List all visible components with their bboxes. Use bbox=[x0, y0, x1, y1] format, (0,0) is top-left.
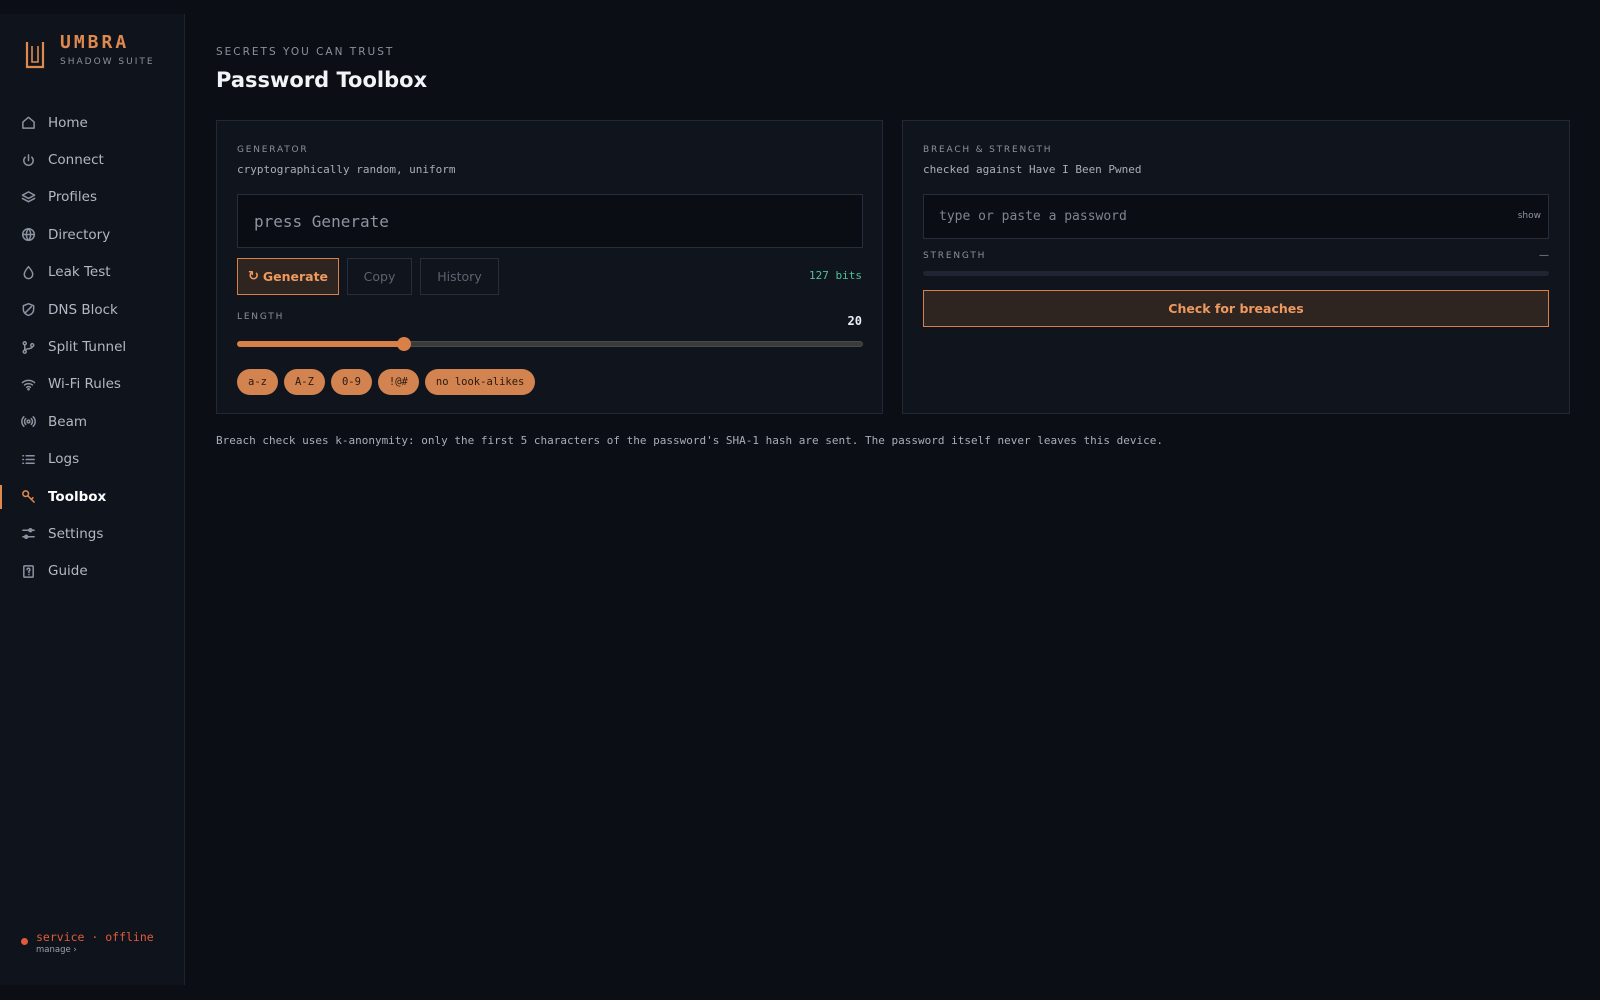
charset-chips: a-z A-Z 0-9 !@# no look-alikes bbox=[237, 369, 541, 395]
sidebar-item-wifi-rules[interactable]: Wi-Fi Rules bbox=[0, 366, 185, 403]
globe-icon bbox=[21, 227, 36, 242]
generator-card: GENERATOR cryptographically random, unif… bbox=[216, 120, 883, 414]
sidebar-item-label: Split Tunnel bbox=[48, 339, 127, 356]
page-eyebrow: SECRETS YOU CAN TRUST bbox=[216, 46, 395, 58]
strength-meter bbox=[923, 271, 1549, 276]
sidebar-item-home[interactable]: Home bbox=[0, 104, 185, 141]
sidebar-item-guide[interactable]: Guide bbox=[0, 553, 185, 590]
sidebar-item-leak-test[interactable]: Leak Test bbox=[0, 254, 185, 291]
breach-subtitle: checked against Have I Been Pwned bbox=[923, 163, 1142, 176]
sidebar-item-directory[interactable]: Directory bbox=[0, 216, 185, 253]
service-status[interactable]: service · offline manage › bbox=[21, 930, 154, 955]
brand-subtitle: SHADOW SUITE bbox=[60, 57, 155, 67]
slider-fill bbox=[237, 341, 404, 347]
layers-icon bbox=[21, 190, 36, 205]
sidebar-item-label: Leak Test bbox=[48, 264, 111, 281]
breach-card: BREACH & STRENGTH checked against Have I… bbox=[902, 120, 1570, 414]
sidebar-item-beam[interactable]: Beam bbox=[0, 403, 185, 440]
copy-button[interactable]: Copy bbox=[347, 258, 412, 295]
strength-label: STRENGTH bbox=[923, 251, 987, 261]
shield-icon bbox=[21, 302, 36, 317]
refresh-icon: ↻ bbox=[247, 269, 259, 284]
sliders-icon bbox=[21, 526, 36, 541]
sidebar-item-label: Settings bbox=[48, 525, 104, 542]
password-field[interactable]: show bbox=[923, 194, 1549, 239]
generate-button[interactable]: ↻ Generate bbox=[237, 258, 339, 295]
chip-symbols[interactable]: !@# bbox=[377, 369, 419, 395]
generated-password-output[interactable]: press Generate bbox=[237, 194, 863, 248]
wifi-icon bbox=[21, 377, 36, 392]
droplet-icon bbox=[21, 265, 36, 280]
service-manage-link[interactable]: manage › bbox=[36, 945, 154, 955]
chip-digits[interactable]: 0-9 bbox=[330, 369, 372, 395]
sidebar-item-split-tunnel[interactable]: Split Tunnel bbox=[0, 328, 185, 365]
sidebar-item-label: Guide bbox=[48, 563, 88, 580]
generator-subtitle: cryptographically random, uniform bbox=[237, 163, 456, 176]
service-status-text: service · offline bbox=[36, 930, 154, 944]
entropy-bits: 127 bits bbox=[809, 269, 862, 282]
key-icon bbox=[21, 489, 36, 504]
git-branch-icon bbox=[21, 340, 36, 355]
sidebar-nav: Home Connect Profiles Directory Leak Tes… bbox=[0, 104, 185, 590]
sidebar-item-label: Profiles bbox=[48, 189, 98, 206]
home-icon bbox=[21, 115, 36, 130]
generate-button-label: Generate bbox=[262, 269, 329, 284]
sidebar-item-label: Home bbox=[48, 114, 88, 131]
history-button[interactable]: History bbox=[420, 258, 499, 295]
sidebar-item-label: Connect bbox=[48, 152, 104, 169]
umbra-logo-icon bbox=[25, 42, 45, 69]
generator-actions: ↻ Generate Copy History bbox=[237, 258, 507, 295]
strength-value: — bbox=[1539, 250, 1549, 261]
k-anonymity-note: Breach check uses k-anonymity: only the … bbox=[216, 434, 1164, 447]
status-dot bbox=[21, 938, 28, 945]
generator-label: GENERATOR bbox=[237, 145, 309, 155]
sidebar-item-label: Directory bbox=[48, 226, 111, 243]
slider-thumb[interactable] bbox=[396, 337, 411, 351]
length-value: 20 bbox=[847, 314, 862, 328]
length-slider[interactable] bbox=[237, 337, 863, 351]
brand-name: UMBRA bbox=[60, 32, 130, 53]
book-icon bbox=[21, 564, 36, 579]
sidebar-item-toolbox[interactable]: Toolbox bbox=[0, 478, 185, 515]
chip-lowercase[interactable]: a-z bbox=[237, 369, 278, 395]
chip-no-look-alikes[interactable]: no look-alikes bbox=[424, 369, 536, 395]
password-input[interactable] bbox=[939, 209, 1479, 224]
sidebar-item-label: Toolbox bbox=[48, 488, 107, 505]
sidebar-item-connect[interactable]: Connect bbox=[0, 141, 185, 178]
sidebar-item-label: Wi-Fi Rules bbox=[48, 376, 121, 393]
breach-label: BREACH & STRENGTH bbox=[923, 145, 1053, 155]
sidebar: UMBRA SHADOW SUITE Home Connect Profiles… bbox=[0, 14, 185, 985]
sidebar-item-label: Beam bbox=[48, 413, 87, 430]
chip-uppercase[interactable]: A-Z bbox=[283, 369, 325, 395]
length-label: LENGTH bbox=[237, 312, 285, 322]
sidebar-item-logs[interactable]: Logs bbox=[0, 441, 185, 478]
sidebar-item-label: DNS Block bbox=[48, 301, 118, 318]
list-icon bbox=[21, 452, 36, 467]
check-breaches-button[interactable]: Check for breaches bbox=[923, 290, 1549, 327]
sidebar-item-dns-block[interactable]: DNS Block bbox=[0, 291, 185, 328]
sidebar-item-label: Logs bbox=[48, 451, 80, 468]
brand[interactable]: UMBRA SHADOW SUITE bbox=[24, 32, 155, 70]
power-icon bbox=[21, 153, 36, 168]
broadcast-icon bbox=[21, 414, 36, 429]
page-title: Password Toolbox bbox=[216, 68, 428, 92]
sidebar-item-settings[interactable]: Settings bbox=[0, 515, 185, 552]
show-password-button[interactable]: show bbox=[1518, 211, 1541, 221]
sidebar-item-profiles[interactable]: Profiles bbox=[0, 179, 185, 216]
